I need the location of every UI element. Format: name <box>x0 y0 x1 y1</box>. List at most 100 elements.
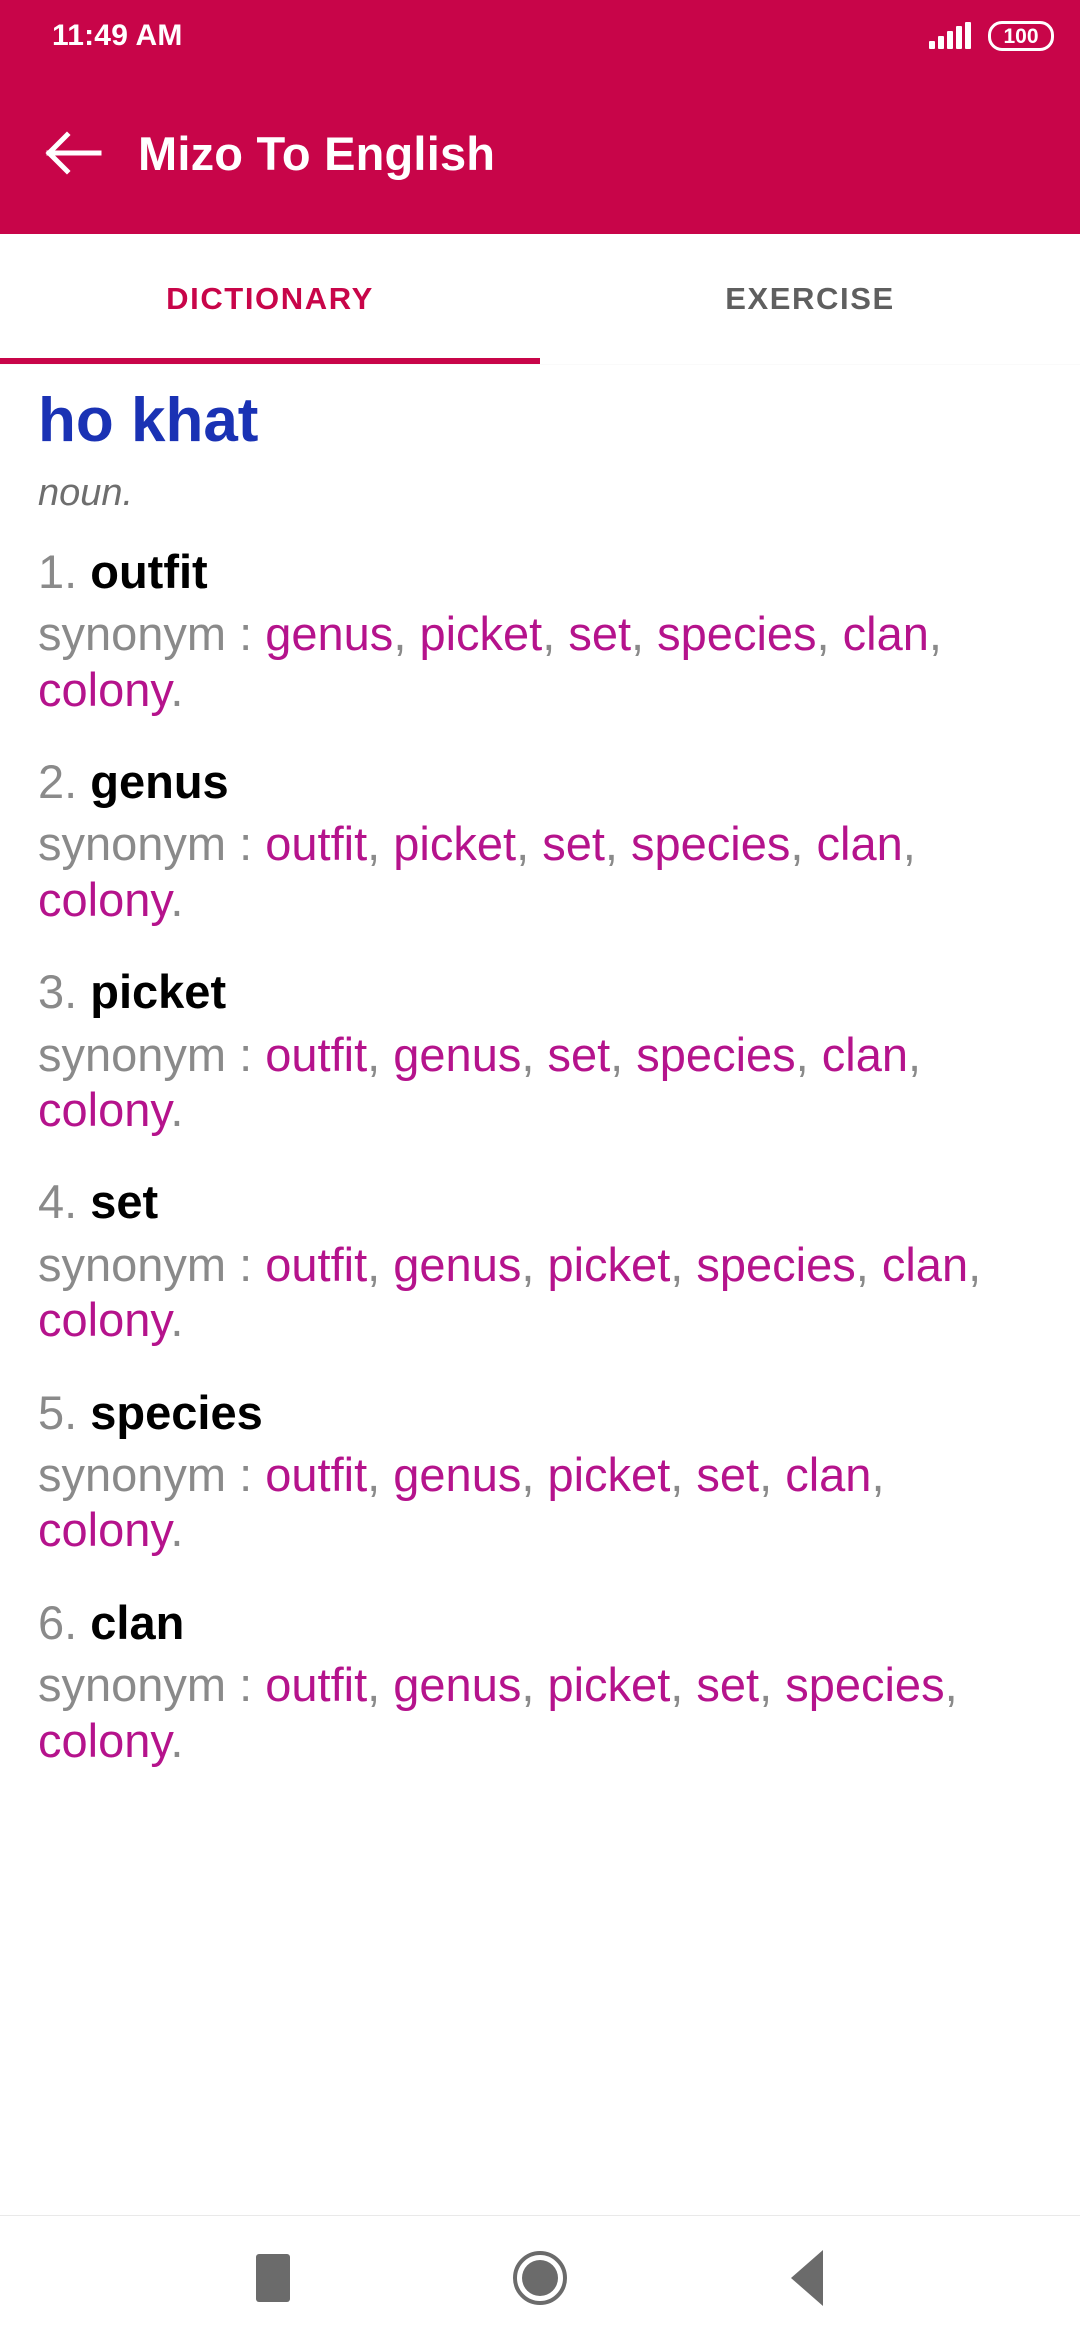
page-title: Mizo To English <box>138 126 496 180</box>
synonym-separator: , <box>521 1237 548 1291</box>
definition-word: genus <box>90 754 229 808</box>
synonym-label: synonym : <box>38 817 266 871</box>
synonym-line: synonym : outfit, picket, set, species, … <box>38 816 1042 927</box>
synonym-separator: , <box>928 607 942 661</box>
synonym-separator: , <box>604 817 632 871</box>
triangle-back-icon[interactable] <box>747 2218 867 2338</box>
synonym-word[interactable]: genus <box>265 607 393 660</box>
definition-number: 6. <box>38 1595 78 1649</box>
synonym-word[interactable]: species <box>696 1238 855 1291</box>
square-recents-icon[interactable] <box>213 2218 333 2338</box>
synonym-separator: , <box>908 1027 922 1081</box>
synonym-word[interactable]: picket <box>419 607 542 660</box>
definition-entry: 3. picket synonym : outfit, genus, set, s… <box>38 963 1042 1137</box>
synonym-word[interactable]: species <box>636 1028 795 1081</box>
synonym-word[interactable]: clan <box>843 607 929 660</box>
synonym-label: synonym : <box>38 1448 266 1502</box>
definition-word: species <box>90 1385 263 1439</box>
synonym-terminator: . <box>170 1713 184 1767</box>
synonym-separator: , <box>521 1658 548 1712</box>
synonym-word[interactable]: species <box>657 607 816 660</box>
synonym-word[interactable]: set <box>547 1028 610 1081</box>
synonym-label: synonym : <box>38 1027 266 1081</box>
signal-bars-icon <box>929 22 971 49</box>
definition-number: 2. <box>38 754 78 808</box>
synonym-separator: , <box>759 1448 786 1502</box>
synonym-separator: , <box>759 1658 786 1712</box>
synonym-word[interactable]: clan <box>882 1238 968 1291</box>
synonym-word[interactable]: set <box>696 1658 759 1711</box>
synonym-separator: , <box>790 817 817 871</box>
tab-exercise[interactable]: EXERCISE <box>540 234 1080 364</box>
synonym-line: synonym : outfit, genus, picket, set, cl… <box>38 1447 1042 1558</box>
definition-entry: 1. outfit synonym : genus, picket, set, s… <box>38 543 1042 717</box>
headword: ho khat <box>38 386 259 455</box>
synonym-separator: , <box>521 1027 548 1081</box>
synonym-word[interactable]: clan <box>817 817 903 870</box>
definition-word: picket <box>90 965 227 1019</box>
definition-number: 3. <box>38 965 78 1019</box>
synonym-separator: , <box>516 817 543 871</box>
synonym-word[interactable]: outfit <box>265 817 367 870</box>
synonym-word[interactable]: picket <box>547 1658 670 1711</box>
synonym-word[interactable]: colony <box>38 1083 170 1136</box>
synonym-word[interactable]: colony <box>38 873 170 926</box>
synonym-word[interactable]: picket <box>547 1448 670 1501</box>
definition-word: outfit <box>90 544 208 598</box>
synonym-terminator: . <box>170 662 184 716</box>
synonym-separator: , <box>816 607 843 661</box>
synonym-word[interactable]: genus <box>393 1658 521 1711</box>
synonym-word[interactable]: clan <box>785 1448 871 1501</box>
synonym-word[interactable]: clan <box>822 1028 908 1081</box>
synonym-word[interactable]: picket <box>547 1238 670 1291</box>
definition-heading: 4. set <box>38 1173 1042 1230</box>
synonym-word[interactable]: colony <box>38 1293 170 1346</box>
synonym-separator: , <box>367 1658 394 1712</box>
synonym-word[interactable]: set <box>568 607 631 660</box>
definition-number: 1. <box>38 544 78 598</box>
synonym-line: synonym : outfit, genus, set, species, c… <box>38 1027 1042 1138</box>
dictionary-content[interactable]: ho khat noun. 1. outfit synonym : genus, … <box>0 370 1080 2215</box>
phone-screen: 11:49 AM 100 Mizo To English DICTIONARY … <box>0 0 1080 2340</box>
synonym-word[interactable]: set <box>696 1448 759 1501</box>
circle-home-icon[interactable] <box>480 2218 600 2338</box>
synonym-separator: , <box>670 1658 697 1712</box>
synonym-word[interactable]: outfit <box>265 1658 367 1711</box>
synonym-word[interactable]: genus <box>393 1448 521 1501</box>
synonym-word[interactable]: outfit <box>265 1028 367 1081</box>
synonym-terminator: . <box>170 1083 184 1136</box>
definition-entry: 2. genus synonym : outfit, picket, set, s… <box>38 753 1042 927</box>
synonym-word[interactable]: species <box>631 817 790 870</box>
synonym-separator: , <box>367 1027 394 1081</box>
synonym-word[interactable]: colony <box>38 663 170 716</box>
synonym-word[interactable]: genus <box>393 1028 521 1081</box>
synonym-word[interactable]: colony <box>38 1714 170 1767</box>
synonym-terminator: . <box>170 872 184 926</box>
synonym-word[interactable]: outfit <box>265 1448 367 1501</box>
synonym-word[interactable]: colony <box>38 1503 170 1556</box>
synonym-separator: , <box>521 1448 548 1502</box>
definition-list: 1. outfit synonym : genus, picket, set, s… <box>38 543 1042 1768</box>
synonym-word[interactable]: set <box>542 817 605 870</box>
status-bar: 11:49 AM 100 <box>0 0 1080 72</box>
definition-number: 4. <box>38 1175 78 1229</box>
synonym-separator: , <box>902 817 916 871</box>
synonym-word[interactable]: species <box>785 1658 944 1711</box>
definition-heading: 3. picket <box>38 963 1042 1020</box>
part-of-speech: noun. <box>38 472 134 515</box>
synonym-line: synonym : outfit, genus, picket, species… <box>38 1237 1042 1348</box>
synonym-separator: , <box>670 1237 697 1291</box>
synonym-word[interactable]: outfit <box>265 1238 367 1291</box>
synonym-line: synonym : outfit, genus, picket, set, sp… <box>38 1657 1042 1768</box>
synonym-separator: , <box>367 1237 394 1291</box>
tab-active-indicator <box>0 358 540 364</box>
synonym-word[interactable]: genus <box>393 1238 521 1291</box>
tab-bar: DICTIONARY EXERCISE <box>0 234 1080 364</box>
definition-heading: 2. genus <box>38 753 1042 810</box>
tab-dictionary[interactable]: DICTIONARY <box>0 234 540 364</box>
back-arrow-icon[interactable] <box>26 129 122 177</box>
synonym-separator: , <box>393 607 420 661</box>
synonym-separator: , <box>631 607 658 661</box>
definition-number: 5. <box>38 1385 78 1439</box>
synonym-word[interactable]: picket <box>393 817 516 870</box>
